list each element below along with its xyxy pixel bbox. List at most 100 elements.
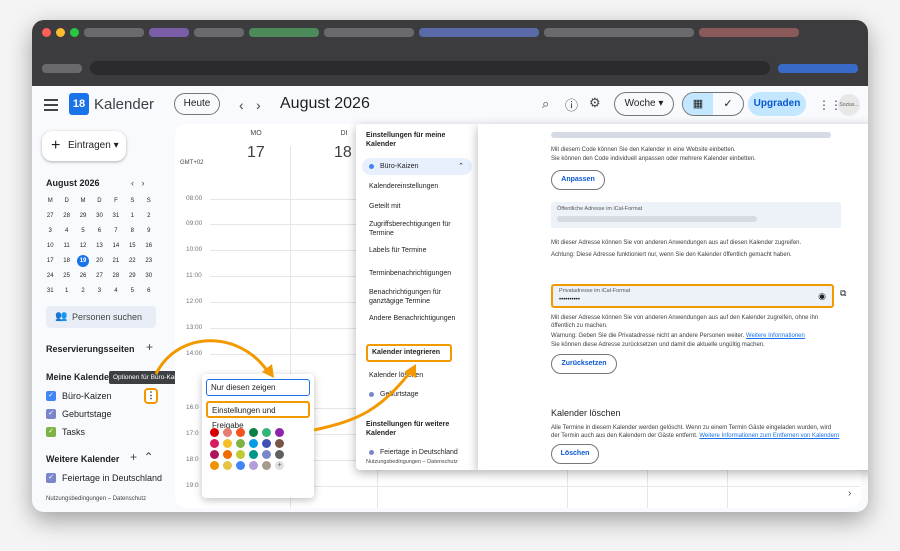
settings-nav-item[interactable]: Kalendereinstellungen [369, 182, 474, 191]
mini-day[interactable]: 4 [58, 224, 74, 239]
mini-day[interactable]: 18 [58, 254, 74, 269]
tasks-view-icon[interactable]: ✓ [713, 93, 743, 115]
embed-code-field[interactable] [551, 132, 831, 138]
mini-day[interactable]: 14 [108, 239, 124, 254]
mini-day[interactable]: 15 [124, 239, 140, 254]
next-period-icon[interactable]: › [256, 97, 261, 113]
mini-day[interactable]: 29 [124, 269, 140, 284]
mini-day[interactable]: 13 [91, 239, 107, 254]
color-swatch[interactable] [262, 450, 271, 459]
delete-info-link[interactable]: Weitere Informationen zum Entfernen von … [699, 433, 839, 439]
create-button[interactable]: + Eintragen ▾ [42, 131, 126, 161]
calendar-item-buero[interactable]: ✓ Büro-Kaizen [46, 391, 112, 401]
other-calendars-heading[interactable]: Weitere Kalender [46, 454, 119, 464]
mini-day[interactable]: 1 [124, 209, 140, 224]
mini-day[interactable]: 9 [141, 224, 157, 239]
public-ical-field[interactable]: Öffentliche Adresse im iCal-Format [551, 202, 841, 228]
calendar-item-geburtstage[interactable]: ✓ Geburtstage [46, 409, 112, 419]
color-swatch[interactable] [262, 439, 271, 448]
menu-item-settings-sharing[interactable]: Einstellungen und Freigabe [206, 401, 310, 430]
mini-day[interactable]: 20 [91, 254, 107, 269]
settings-nav-integrate[interactable]: Kalender integrieren [366, 344, 452, 362]
mini-day[interactable]: 28 [58, 209, 74, 224]
avatar[interactable]: Sozias... [838, 94, 860, 116]
add-color-icon[interactable]: + [275, 461, 284, 470]
mini-day[interactable]: 21 [108, 254, 124, 269]
color-swatch[interactable] [210, 461, 219, 470]
color-swatch[interactable] [249, 439, 258, 448]
color-swatch[interactable] [249, 450, 258, 459]
mini-day[interactable]: 23 [141, 254, 157, 269]
upgrade-button[interactable]: Upgraden [748, 92, 806, 116]
prev-period-icon[interactable]: ‹ [239, 97, 244, 113]
color-swatch[interactable] [210, 439, 219, 448]
mini-day[interactable]: 6 [91, 224, 107, 239]
mini-day[interactable]: 25 [58, 269, 74, 284]
mini-day[interactable]: 31 [108, 209, 124, 224]
settings-calendar-feiertage[interactable]: Feiertage in Deutschland [380, 448, 478, 457]
mini-day[interactable]: 1 [58, 284, 74, 299]
mini-day[interactable]: 4 [108, 284, 124, 299]
settings-nav-item[interactable]: Labels für Termine [369, 246, 474, 255]
mini-day[interactable]: 17 [42, 254, 58, 269]
help-icon[interactable]: ⓘ [565, 95, 578, 114]
mini-day[interactable]: 31 [42, 284, 58, 299]
mini-day[interactable]: 29 [75, 209, 91, 224]
booking-pages-heading[interactable]: Reservierungsseiten [46, 344, 135, 354]
mini-day[interactable]: 27 [91, 269, 107, 284]
mini-day[interactable]: 5 [124, 284, 140, 299]
calendar-item-tasks[interactable]: ✓ Tasks [46, 427, 85, 437]
day-number[interactable]: 17 [247, 144, 265, 162]
mini-day[interactable]: 16 [141, 239, 157, 254]
calendar-options-button[interactable]: ⋮ [144, 388, 158, 404]
add-calendar-icon[interactable]: + ⌃ [130, 450, 154, 464]
terms-footer[interactable]: Nutzungsbedingungen – Datenschutz [46, 496, 146, 502]
mini-day[interactable]: 27 [42, 209, 58, 224]
color-swatch[interactable] [236, 439, 245, 448]
mini-day[interactable]: 30 [141, 269, 157, 284]
settings-nav-item[interactable]: Kalender löschen [369, 371, 474, 380]
people-search[interactable]: 👥 Personen suchen [46, 306, 156, 328]
color-swatch[interactable] [210, 450, 219, 459]
copy-icon[interactable]: ⧉ [840, 288, 846, 299]
private-ical-field[interactable]: Privatadresse im iCal-Format •••••••••• … [551, 284, 834, 308]
mini-day[interactable]: 2 [141, 209, 157, 224]
address-bar[interactable] [42, 60, 858, 76]
mini-day[interactable]: 22 [124, 254, 140, 269]
mini-day[interactable]: 11 [58, 239, 74, 254]
color-swatch[interactable] [275, 428, 284, 437]
calendar-item-feiertage[interactable]: ✓ Feiertage in Deutschland [46, 473, 162, 483]
mini-day[interactable]: 26 [75, 269, 91, 284]
menu-item-show-only[interactable]: Nur diesen zeigen [206, 379, 310, 396]
view-select[interactable]: Woche ▾ [614, 92, 674, 116]
today-button[interactable]: Heute [174, 93, 220, 115]
color-swatch[interactable] [236, 461, 245, 470]
mini-day[interactable]: 28 [108, 269, 124, 284]
settings-nav-item[interactable]: Andere Benachrichtigungen [369, 314, 474, 323]
mini-calendar[interactable]: M D M D F S S 27 28 29 30 31 1 2 3 4 5 6 7 8 9 10 11 12 13 14 15 16… [42, 194, 157, 299]
reset-button[interactable]: Zurücksetzen [551, 354, 617, 374]
mini-day[interactable]: 3 [91, 284, 107, 299]
delete-button[interactable]: Löschen [551, 444, 599, 464]
mini-day[interactable]: 12 [75, 239, 91, 254]
color-swatch[interactable] [262, 461, 271, 470]
settings-nav-item[interactable]: Benachrichtigungen für ganztägige Termin… [369, 288, 474, 306]
color-swatch[interactable] [249, 428, 258, 437]
color-swatch[interactable] [223, 439, 232, 448]
mini-day[interactable]: 8 [124, 224, 140, 239]
settings-calendar-selected[interactable]: Büro-Kaizen ⌃ [362, 158, 472, 175]
color-swatch[interactable] [223, 428, 232, 437]
mini-day[interactable]: 3 [42, 224, 58, 239]
mini-day[interactable]: 7 [108, 224, 124, 239]
color-swatch[interactable] [223, 450, 232, 459]
customize-button[interactable]: Anpassen [551, 170, 605, 190]
mini-calendar-nav[interactable]: ‹ › [131, 178, 145, 188]
mini-day[interactable]: 30 [91, 209, 107, 224]
checkbox-icon[interactable]: ✓ [46, 473, 56, 483]
search-icon[interactable]: ⌕ [542, 96, 549, 112]
checkbox-icon[interactable]: ✓ [46, 427, 56, 437]
checkbox-icon[interactable]: ✓ [46, 391, 56, 401]
settings-calendar-other[interactable]: Geburtstage [380, 390, 478, 399]
my-calendars-heading[interactable]: Meine Kalender [46, 372, 113, 382]
mini-day[interactable]: 5 [75, 224, 91, 239]
